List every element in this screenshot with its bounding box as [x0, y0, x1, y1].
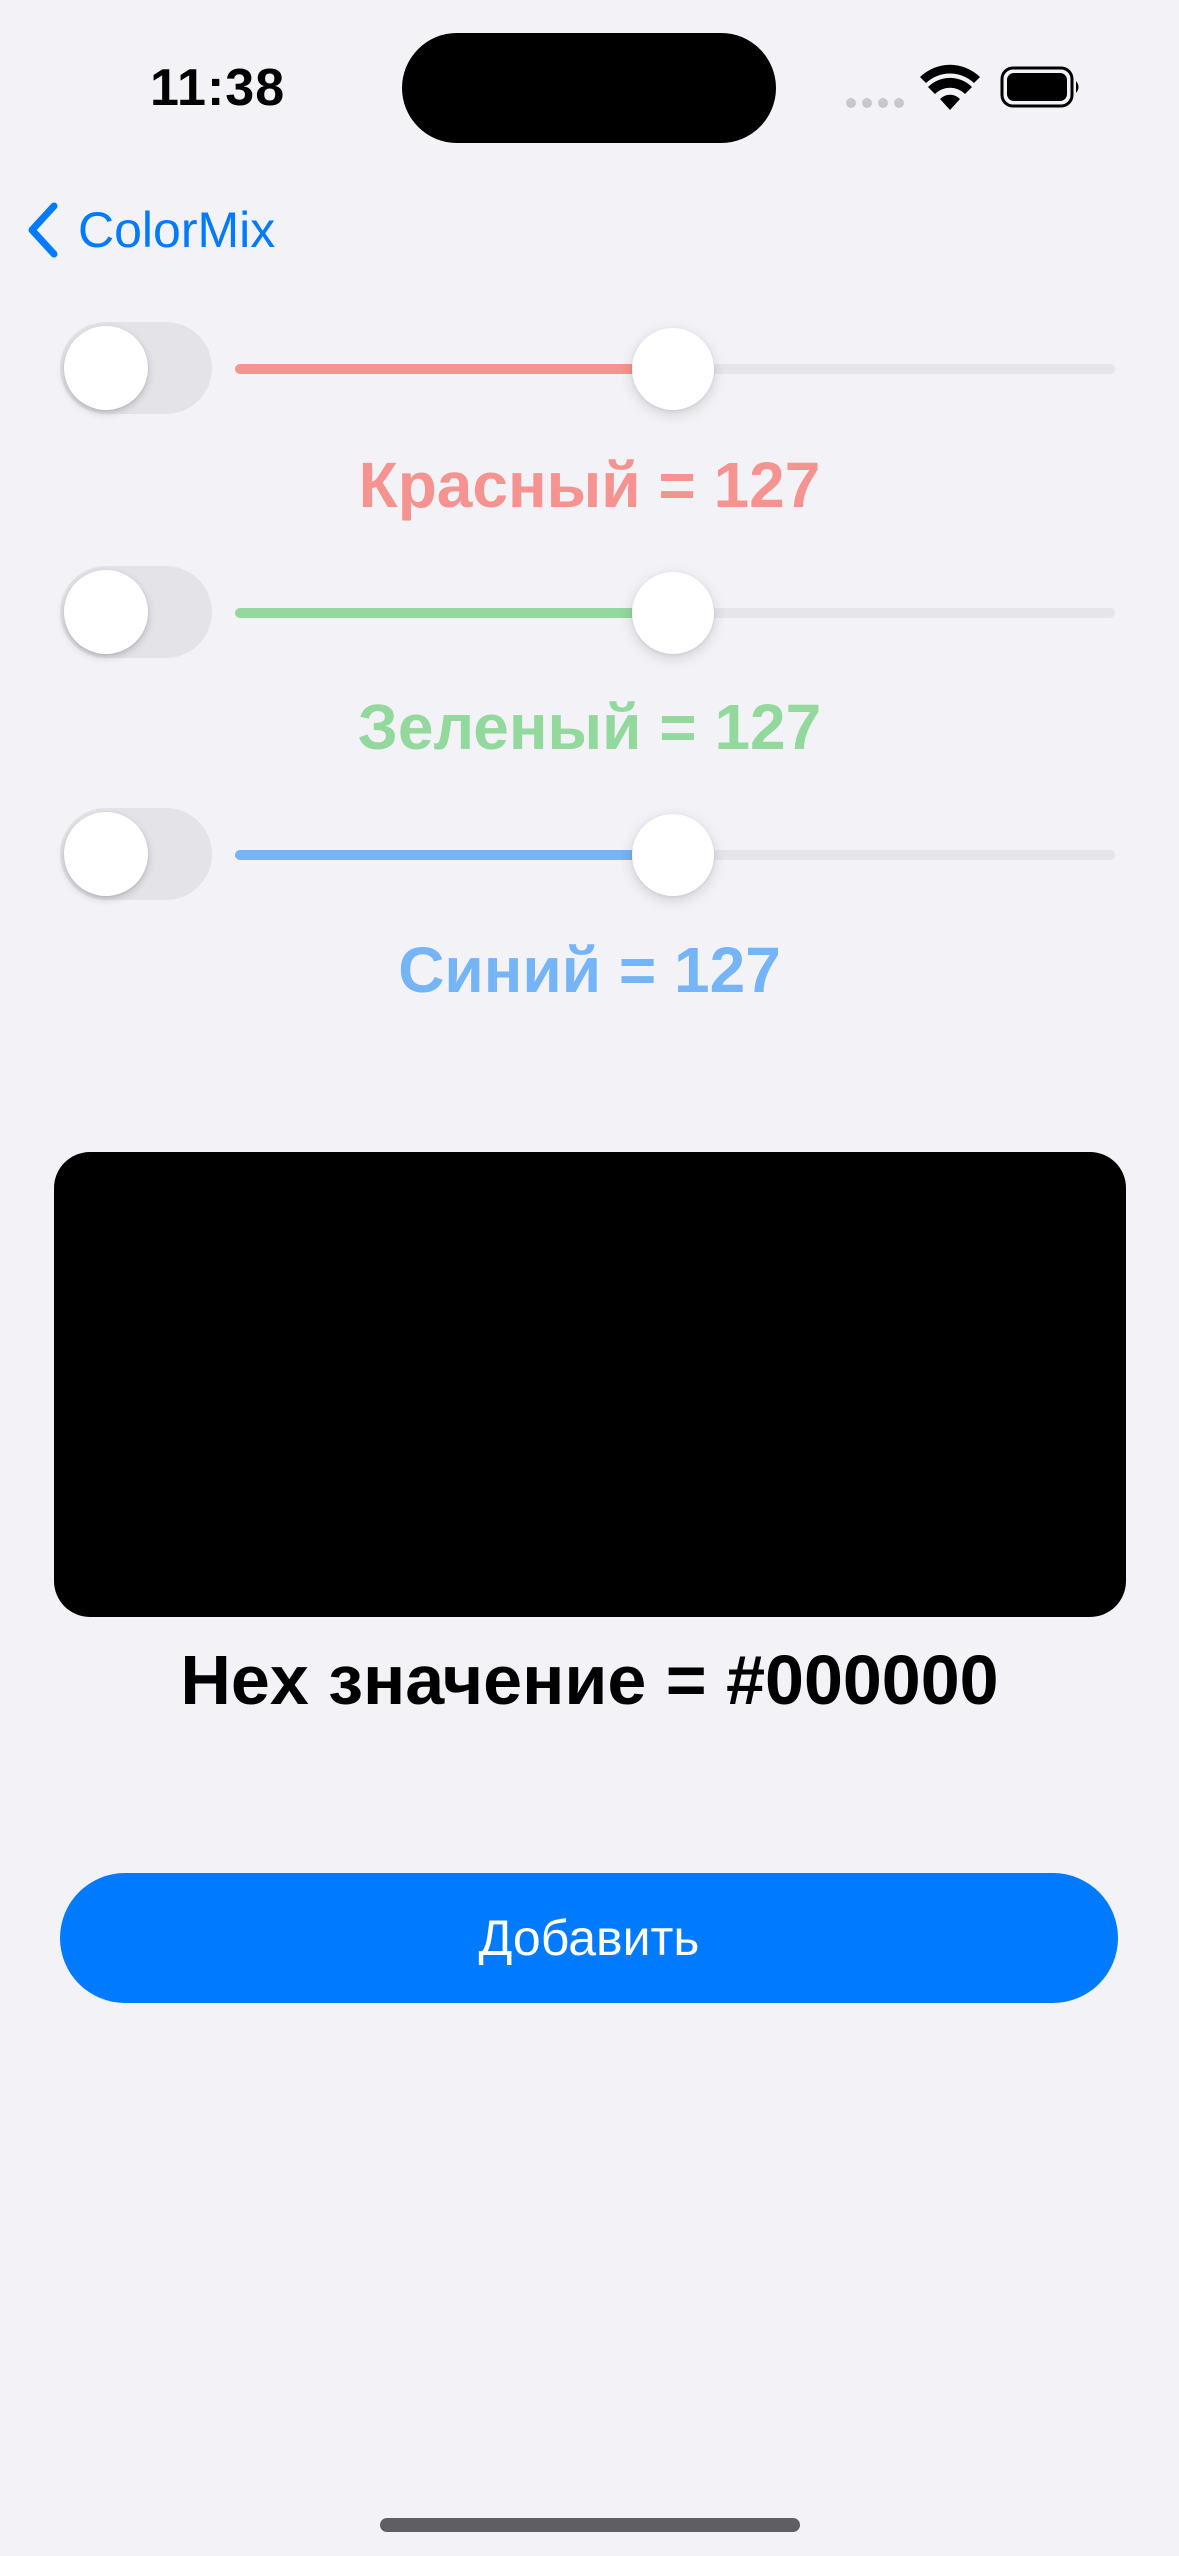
red-slider-fill	[235, 364, 673, 374]
back-button-label: ColorMix	[78, 202, 276, 258]
chevron-left-icon	[28, 202, 58, 258]
green-slider[interactable]	[235, 566, 1115, 658]
green-toggle[interactable]	[60, 566, 212, 658]
blue-toggle[interactable]	[60, 808, 212, 900]
home-indicator	[380, 2518, 800, 2532]
add-button[interactable]: Добавить	[60, 1873, 1118, 2003]
battery-icon	[1000, 66, 1079, 108]
status-time: 11:38	[150, 59, 286, 117]
blue-slider-fill	[235, 850, 673, 860]
green-slider-fill	[235, 608, 673, 618]
red-slider-thumb[interactable]	[632, 328, 714, 410]
wifi-icon	[920, 64, 980, 110]
blue-slider[interactable]	[235, 808, 1115, 900]
blue-slider-thumb[interactable]	[632, 814, 714, 896]
green-value-label: Зеленый = 127	[357, 691, 822, 763]
dynamic-island	[402, 33, 776, 143]
green-toggle-knob	[64, 570, 148, 654]
red-value-label: Красный = 127	[358, 449, 821, 521]
hex-value-label: Hex значение = #000000	[180, 1641, 999, 1719]
green-slider-thumb[interactable]	[632, 572, 714, 654]
back-button[interactable]: ColorMix	[24, 190, 275, 270]
color-preview	[54, 1152, 1126, 1617]
red-toggle-knob	[64, 326, 148, 410]
blue-value-label: Синий = 127	[398, 934, 781, 1006]
red-slider[interactable]	[235, 322, 1115, 414]
blue-toggle-knob	[64, 812, 148, 896]
cellular-signal-icon	[846, 98, 904, 108]
red-toggle[interactable]	[60, 322, 212, 414]
